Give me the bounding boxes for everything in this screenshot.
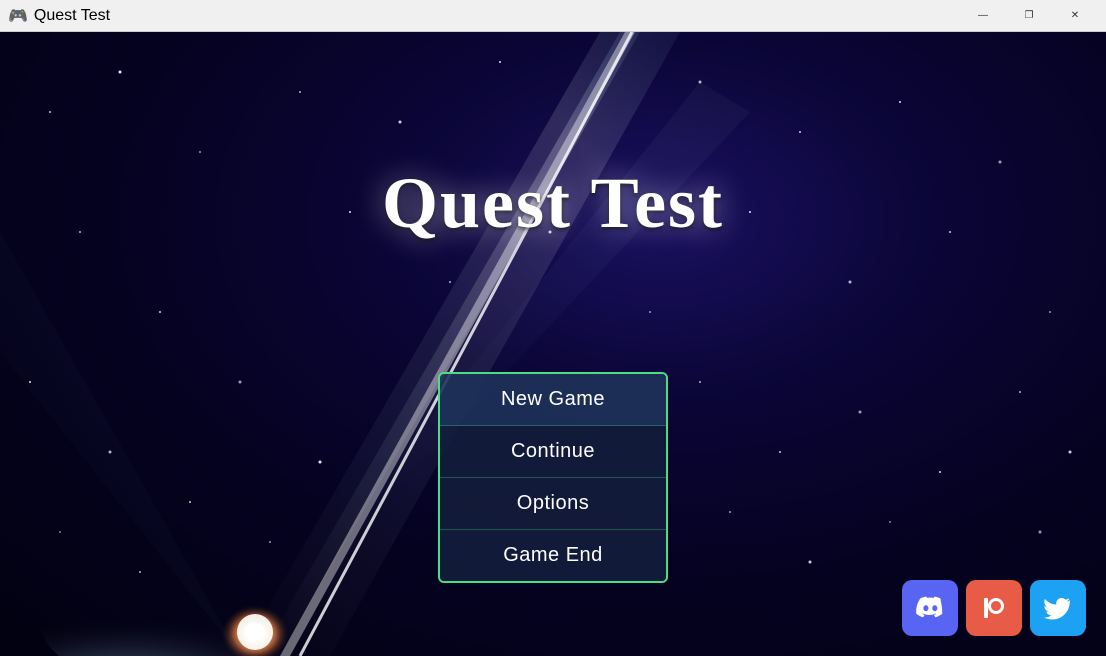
game-title: Quest Test bbox=[0, 162, 1106, 245]
game-area: Quest Test New Game Continue Options Gam… bbox=[0, 32, 1106, 656]
close-button[interactable]: ✕ bbox=[1052, 0, 1098, 32]
social-icons bbox=[902, 580, 1086, 636]
twitter-button[interactable] bbox=[1030, 580, 1086, 636]
patreon-button[interactable] bbox=[966, 580, 1022, 636]
app-icon: 🎮 bbox=[8, 6, 28, 26]
new-game-button[interactable]: New Game bbox=[440, 374, 666, 426]
titlebar-controls: — ❐ ✕ bbox=[960, 0, 1098, 32]
titlebar-title: Quest Test bbox=[34, 7, 110, 25]
titlebar-left: 🎮 Quest Test bbox=[8, 6, 110, 26]
maximize-button[interactable]: ❐ bbox=[1006, 0, 1052, 32]
discord-button[interactable] bbox=[902, 580, 958, 636]
main-menu: New Game Continue Options Game End bbox=[438, 372, 668, 583]
titlebar: 🎮 Quest Test — ❐ ✕ bbox=[0, 0, 1106, 32]
continue-button[interactable]: Continue bbox=[440, 426, 666, 478]
options-button[interactable]: Options bbox=[440, 478, 666, 530]
game-end-button[interactable]: Game End bbox=[440, 530, 666, 581]
minimize-button[interactable]: — bbox=[960, 0, 1006, 32]
